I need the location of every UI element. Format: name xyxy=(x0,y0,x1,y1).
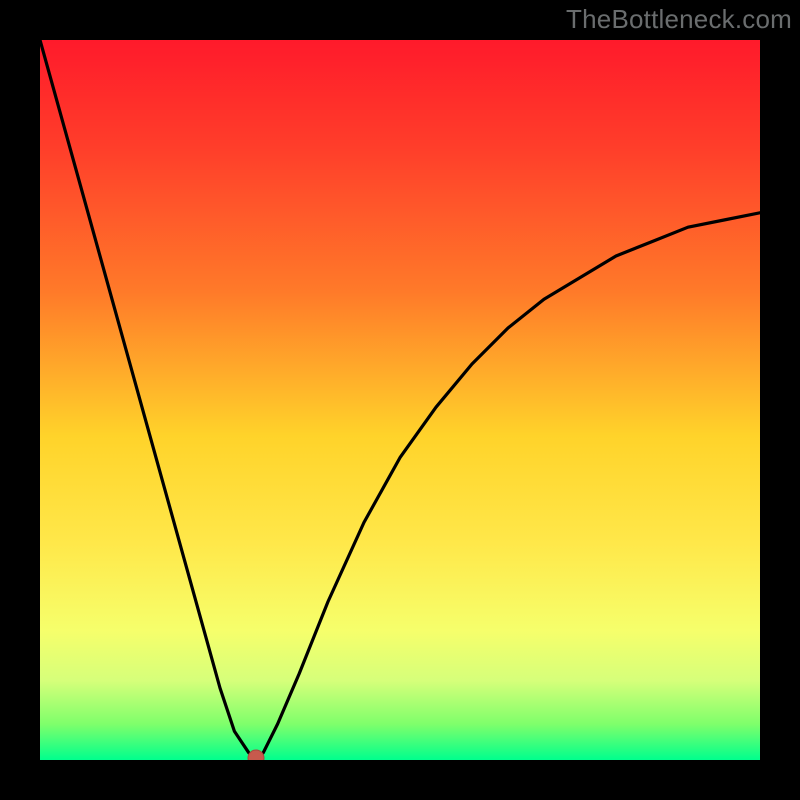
chart-container: TheBottleneck.com xyxy=(0,0,800,800)
plot-gradient-background xyxy=(40,40,760,760)
watermark-text: TheBottleneck.com xyxy=(566,4,792,35)
plot-frame xyxy=(0,0,800,800)
